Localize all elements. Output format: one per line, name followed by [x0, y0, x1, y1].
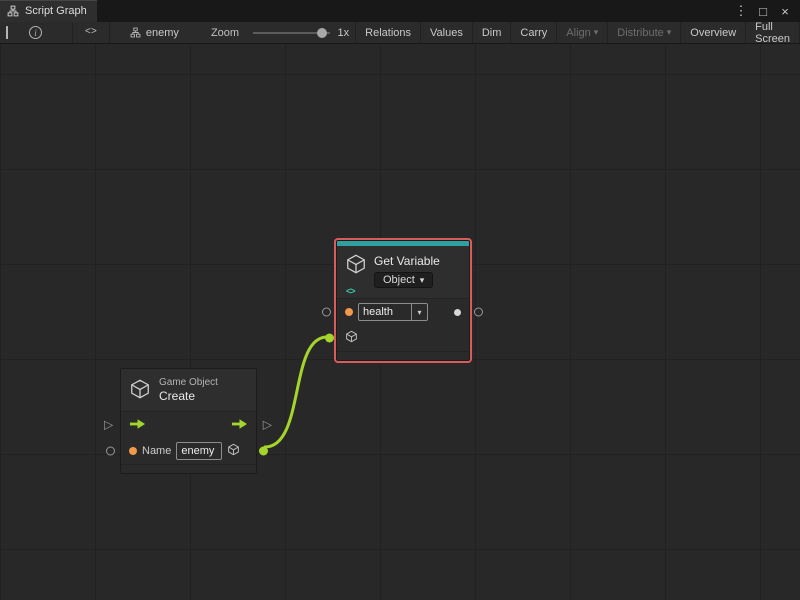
fullscreen-button[interactable]: Full Screen — [745, 22, 800, 43]
object-row — [337, 325, 469, 351]
variable-cube-icon: <> — [345, 253, 367, 292]
align-button[interactable]: Align ▾ — [556, 22, 607, 43]
flow-row: ▷ ▷ — [121, 412, 256, 438]
chevron-down-icon: ▾ — [420, 276, 425, 285]
overview-label: Overview — [690, 27, 736, 39]
zoom-slider[interactable] — [253, 22, 329, 44]
flow-out-arrow-icon — [231, 419, 248, 432]
script-graph-icon — [7, 5, 19, 17]
variable-scope-label: Object — [383, 274, 415, 286]
maximize-icon[interactable]: □ — [754, 4, 772, 19]
object-connection-wire[interactable] — [265, 337, 327, 447]
relations-button[interactable]: Relations — [355, 22, 420, 43]
node-type-label: Game Object — [159, 377, 218, 388]
name-row: Name — [121, 438, 256, 464]
game-object-output-icon — [227, 443, 240, 459]
create-header: Game Object Create — [121, 369, 256, 411]
game-object-cube-icon — [129, 378, 151, 403]
chevron-down-icon: ▾ — [667, 28, 672, 37]
object-cube-icon — [345, 330, 358, 346]
info-button[interactable]: i — [23, 22, 48, 43]
zoom-slider-handle[interactable] — [317, 28, 327, 38]
toolbar-spacer — [48, 22, 72, 43]
menu-icon[interactable]: ⋮ — [732, 3, 750, 19]
get-variable-header: <> Get Variable Object ▾ — [337, 246, 469, 298]
edit-code-button[interactable]: <> — [72, 22, 110, 43]
name-label: Name — [142, 445, 171, 457]
value-output-port[interactable] — [474, 308, 483, 317]
node-game-object-create[interactable]: Game Object Create ▷ — [120, 368, 257, 474]
close-icon[interactable]: × — [776, 4, 794, 19]
zoom-value: 1x — [338, 22, 356, 43]
dim-button[interactable]: Dim — [472, 22, 511, 43]
chevron-down-icon: ▾ — [594, 28, 599, 37]
relations-label: Relations — [365, 27, 411, 39]
fullscreen-label: Full Screen — [755, 21, 790, 45]
align-label: Align — [566, 27, 590, 39]
flow-output-port[interactable]: ▷ — [263, 419, 272, 431]
code-icon: <> — [85, 27, 97, 38]
game-object-output-port-connected[interactable] — [259, 447, 268, 456]
name-value-port[interactable] — [106, 447, 115, 456]
variable-name-field-group: ▾ — [358, 303, 428, 321]
node-title: Get Variable — [374, 253, 440, 268]
script-graph-window: Script Graph ⋮ □ × i <> en — [0, 0, 800, 600]
carry-label: Carry — [520, 27, 547, 39]
string-port-icon — [345, 308, 353, 316]
graph-toolbar: i <> enemy Zoom 1x Relations Valu — [0, 22, 800, 44]
variable-name-field[interactable] — [358, 303, 412, 321]
graph-canvas[interactable]: <> Get Variable Object ▾ ▾ — [0, 44, 800, 600]
lock-icon — [6, 27, 17, 39]
tab-title: Script Graph — [25, 5, 87, 17]
chevron-down-icon: ▾ — [417, 308, 421, 317]
toolbar-actions: Relations Values Dim Carry Align ▾ Distr… — [355, 22, 800, 43]
string-port-icon — [129, 447, 137, 455]
distribute-button[interactable]: Distribute ▾ — [607, 22, 680, 43]
titlebar-controls: ⋮ □ × — [732, 0, 800, 22]
dim-label: Dim — [482, 27, 502, 39]
graph-asset-icon — [130, 27, 141, 38]
object-input-port-connected[interactable] — [325, 334, 334, 343]
node-action-label: Create — [159, 389, 218, 403]
value-output-port-icon — [454, 309, 461, 316]
graph-name: enemy — [146, 27, 179, 39]
zoom-label: Zoom — [205, 22, 245, 43]
lock-button[interactable] — [0, 22, 23, 43]
values-label: Values — [430, 27, 463, 39]
node-footer — [121, 464, 256, 473]
values-button[interactable]: Values — [420, 22, 472, 43]
info-icon: i — [29, 26, 42, 39]
variable-brackets-icon: <> — [346, 286, 355, 296]
node-get-variable[interactable]: <> Get Variable Object ▾ ▾ — [336, 240, 470, 361]
tab-script-graph[interactable]: Script Graph — [0, 0, 97, 22]
name-input-port[interactable] — [322, 308, 331, 317]
distribute-label: Distribute — [617, 27, 663, 39]
titlebar: Script Graph ⋮ □ × — [0, 0, 800, 22]
name-value-field[interactable] — [176, 442, 222, 460]
node-footer — [337, 351, 469, 360]
variable-name-row: ▾ — [337, 299, 469, 325]
overview-button[interactable]: Overview — [680, 22, 745, 43]
graph-breadcrumb[interactable]: enemy — [130, 22, 179, 43]
variable-scope-dropdown[interactable]: Object ▾ — [374, 272, 433, 288]
flow-input-port[interactable]: ▷ — [104, 419, 113, 431]
variable-name-dropdown[interactable]: ▾ — [412, 303, 428, 321]
carry-button[interactable]: Carry — [510, 22, 556, 43]
flow-in-arrow-icon — [129, 419, 146, 432]
